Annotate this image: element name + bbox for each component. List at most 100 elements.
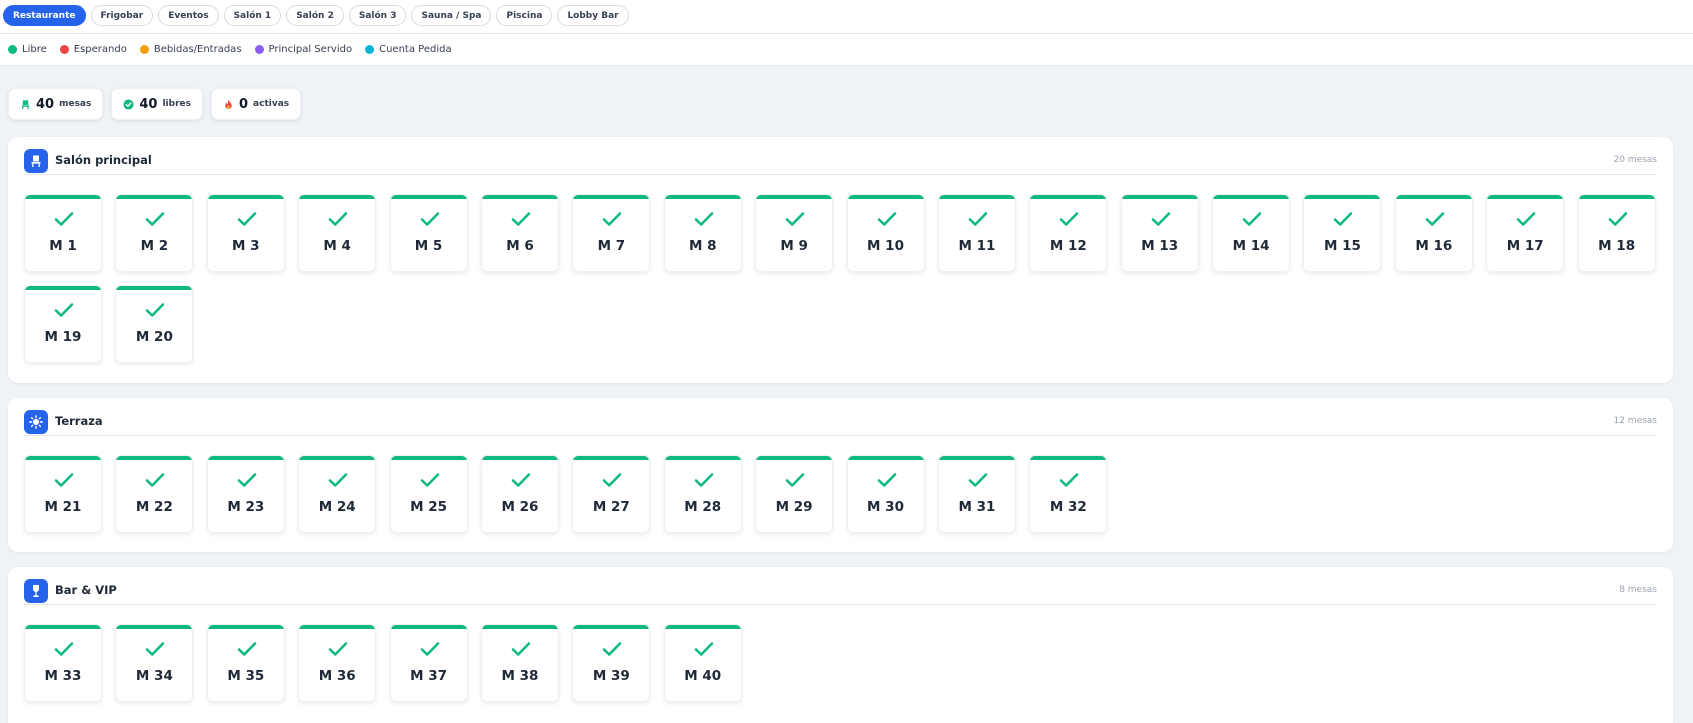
table-card[interactable]: M 31 (937, 455, 1016, 533)
table-card[interactable]: M 16 (1394, 194, 1473, 272)
stat-active-label: activas (253, 99, 290, 109)
table-card[interactable]: M 36 (298, 624, 377, 702)
status-bar (573, 625, 650, 629)
table-card[interactable]: M 14 (1212, 194, 1291, 272)
table-card[interactable]: M 25 (389, 455, 468, 533)
table-card[interactable]: M 1 (24, 194, 102, 272)
table-grid: M 33 M 34 M 35 M 36 M 37 M 38 M 39 M 40 (24, 624, 1656, 702)
table-grid: M 1 M 2 M 3 M 4 M 5 M 6 M 7 M 8 M 9 M 10 M 11 M 12 M… (24, 194, 1656, 363)
tab-salon-1[interactable]: Salón 1 (223, 5, 282, 26)
legend-dot-cuenta-pedida (365, 45, 375, 54)
table-label: M 33 (44, 668, 82, 684)
table-label: M 27 (592, 499, 630, 515)
status-bar (207, 456, 284, 460)
table-card[interactable]: M 34 (115, 624, 194, 702)
table-card[interactable]: M 20 (115, 285, 194, 363)
tab-lobby-bar[interactable]: Lobby Bar (557, 5, 629, 26)
check-icon (694, 472, 714, 488)
tab-eventos[interactable]: Eventos (158, 5, 219, 26)
stat-free-tables: 40 libres (111, 88, 203, 120)
table-card[interactable]: M 39 (572, 624, 651, 702)
status-bar (25, 195, 101, 199)
table-card[interactable]: M 7 (572, 194, 651, 272)
table-card[interactable]: M 35 (206, 624, 285, 702)
status-bar (116, 456, 193, 460)
table-card[interactable]: M 24 (298, 455, 377, 533)
table-label: M 14 (1232, 238, 1270, 254)
table-card[interactable]: M 2 (115, 194, 194, 272)
table-card[interactable]: M 17 (1486, 194, 1565, 272)
stat-free-value: 40 (139, 96, 158, 112)
check-icon (328, 641, 348, 657)
status-bar (1213, 195, 1290, 199)
check-icon (420, 211, 440, 227)
table-card[interactable]: M 5 (389, 194, 468, 272)
table-card[interactable]: M 12 (1029, 194, 1108, 272)
status-bar (664, 195, 741, 199)
tab-frigobar[interactable]: Frigobar (90, 5, 154, 26)
table-card[interactable]: M 10 (846, 194, 925, 272)
table-card[interactable]: M 3 (206, 194, 285, 272)
status-bar (299, 195, 376, 199)
check-icon (1608, 211, 1628, 227)
check-icon (511, 472, 531, 488)
legend-dot-esperando (59, 45, 69, 54)
status-bar (390, 625, 467, 629)
check-icon (1242, 211, 1262, 227)
check-icon (145, 472, 165, 488)
table-card[interactable]: M 33 (24, 624, 102, 702)
table-card[interactable]: M 21 (24, 455, 102, 533)
table-card[interactable]: M 11 (937, 194, 1016, 272)
section-salon-principal: Salón principal 20 mesas M 1 M 2 M 3 M 4 M 5… (8, 137, 1673, 383)
table-card[interactable]: M 9 (755, 194, 834, 272)
status-legend: Libre Esperando Bebidas/Entradas Princip… (0, 34, 1693, 66)
legend-label-esperando: Esperando (73, 44, 127, 55)
table-card[interactable]: M 15 (1303, 194, 1382, 272)
check-icon (785, 211, 805, 227)
status-bar (299, 625, 376, 629)
check-icon (1059, 211, 1079, 227)
table-card[interactable]: M 18 (1577, 194, 1656, 272)
table-card[interactable]: M 28 (663, 455, 742, 533)
table-card[interactable]: M 23 (206, 455, 285, 533)
tab-sauna-spa[interactable]: Sauna / Spa (411, 5, 492, 26)
check-icon (511, 641, 531, 657)
table-card[interactable]: M 19 (24, 285, 102, 363)
table-card[interactable]: M 27 (572, 455, 651, 533)
stat-active-value: 0 (238, 96, 249, 112)
table-label: M 34 (135, 668, 173, 684)
tab-salon-2[interactable]: Salón 2 (286, 5, 344, 26)
table-card[interactable]: M 6 (480, 194, 559, 272)
status-bar (481, 195, 558, 199)
table-card[interactable]: M 4 (298, 194, 377, 272)
tab-restaurante[interactable]: Restaurante (3, 5, 86, 26)
check-icon (54, 302, 74, 318)
check-icon (1425, 211, 1445, 227)
check-icon (145, 211, 165, 227)
status-bar (847, 456, 924, 460)
table-card[interactable]: M 13 (1120, 194, 1199, 272)
table-label: M 25 (410, 499, 448, 515)
status-bar (207, 625, 284, 629)
tab-salon-3[interactable]: Salón 3 (348, 5, 407, 26)
table-label: M 36 (318, 668, 356, 684)
area-tabs-bar: Restaurante Frigobar Eventos Salón 1 Sal… (0, 0, 1693, 34)
tab-piscina[interactable]: Piscina (496, 5, 553, 26)
table-label: M 23 (227, 499, 265, 515)
table-card[interactable]: M 30 (846, 455, 925, 533)
table-card[interactable]: M 8 (663, 194, 742, 272)
table-card[interactable]: M 29 (755, 455, 834, 533)
table-card[interactable]: M 37 (389, 624, 468, 702)
status-bar (573, 195, 650, 199)
table-card[interactable]: M 32 (1029, 455, 1108, 533)
table-card[interactable]: M 26 (480, 455, 559, 533)
check-icon (328, 211, 348, 227)
table-card[interactable]: M 38 (480, 624, 559, 702)
section-table-count: 12 mesas (1613, 416, 1657, 426)
table-label: M 37 (410, 668, 448, 684)
table-label: M 9 (780, 238, 808, 254)
table-label: M 20 (135, 329, 173, 345)
table-card[interactable]: M 40 (663, 624, 742, 702)
status-bar (938, 195, 1015, 199)
table-card[interactable]: M 22 (115, 455, 194, 533)
